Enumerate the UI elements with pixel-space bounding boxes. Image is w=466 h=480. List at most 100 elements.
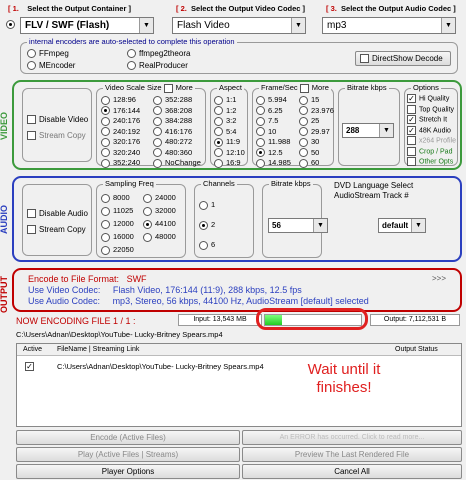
fps-option[interactable]: 60: [299, 158, 334, 169]
table-row[interactable]: ✓ C:\Users\Adnan\Desktop\YouTube- Lucky-…: [17, 360, 461, 374]
top-quality-checkbox[interactable]: Top Quality: [407, 104, 456, 116]
freq-option[interactable]: 44100: [143, 217, 176, 230]
fps-option[interactable]: 10: [256, 127, 291, 138]
video-stream-copy-checkbox[interactable]: Stream Copy: [27, 131, 86, 141]
video-bitrate-select[interactable]: 288 ▼: [342, 123, 394, 138]
scale-option[interactable]: 384:288: [153, 116, 201, 127]
scale-option[interactable]: 240:176: [101, 116, 140, 127]
scale-option[interactable]: 480:272: [153, 137, 201, 148]
aspect-option[interactable]: 12:10: [214, 148, 245, 159]
fps-option[interactable]: 12.5: [256, 148, 291, 159]
channel-option[interactable]: 2: [199, 215, 215, 235]
format-line: Encode to File Format: SWF: [28, 274, 147, 284]
freq-option[interactable]: 32000: [143, 204, 176, 217]
column-active[interactable]: Active: [23, 344, 42, 356]
other-opts-checkbox[interactable]: Other Opts: [407, 157, 456, 168]
preview-last-file-button[interactable]: Preview The Last Rendered File: [242, 447, 462, 462]
video-scale-title: Video Scale Size More: [103, 83, 195, 93]
input-size: Input: 13,543 MB: [178, 314, 262, 326]
scale-option[interactable]: 128:96: [101, 95, 140, 106]
scale-option[interactable]: 176:144: [101, 106, 140, 117]
hi-quality-checkbox[interactable]: ✓ Hi Quality: [407, 94, 456, 105]
audio-codec-line: Use Audio Codec: mp3, Stereo, 56 kbps, 4…: [28, 296, 369, 306]
disable-audio-checkbox[interactable]: Disable Audio: [27, 209, 88, 219]
column-status[interactable]: Output Status: [395, 344, 438, 356]
output-more-link[interactable]: >>>: [432, 274, 446, 283]
video-options-list: ✓ Hi Quality Top Quality ✓ Stretch It ✓ 48K…: [407, 94, 456, 168]
fps-option[interactable]: 11.988: [256, 137, 291, 148]
disable-video-checkbox[interactable]: Disable Video: [27, 115, 88, 125]
video-section-label: VIDEO: [0, 111, 9, 140]
freq-option[interactable]: 16000: [101, 230, 134, 243]
audio-bitrate-select[interactable]: 56 ▼: [268, 218, 328, 233]
output-size: Output: 7,112,531 B: [370, 314, 460, 326]
encoder-realproducer[interactable]: RealProducer: [127, 61, 188, 71]
dvd-language-title: DVD Language Select: [334, 181, 414, 190]
scale-option[interactable]: 352:240: [101, 158, 140, 169]
encoder-mencoder[interactable]: MEncoder: [27, 61, 75, 71]
freq-option[interactable]: 48000: [143, 230, 176, 243]
x264-profile-checkbox[interactable]: x264 Profile: [407, 136, 456, 147]
fps-list-2: 15 23.976 25 29.97 30 50 60: [299, 95, 334, 169]
fps-option[interactable]: 14.985: [256, 158, 291, 169]
encode-active-files-button[interactable]: Encode (Active Files): [16, 430, 240, 445]
scale-option[interactable]: 240:192: [101, 127, 140, 138]
freq-option[interactable]: 22050: [101, 243, 134, 256]
fps-option[interactable]: 25: [299, 116, 334, 127]
scale-option[interactable]: 368:208: [153, 106, 201, 117]
freq-option[interactable]: 12000: [101, 217, 134, 230]
aspect-option[interactable]: 11:9: [214, 137, 245, 148]
container-select[interactable]: FLV / SWF (Flash) ▼: [20, 17, 154, 34]
chevron-down-icon: ▼: [139, 18, 153, 33]
48k-audio-checkbox[interactable]: ✓ 48K Audio: [407, 125, 456, 137]
freq-list-2: 24000 32000 44100 48000: [143, 191, 176, 243]
aspect-option[interactable]: 1:1: [214, 95, 245, 106]
audio-codec-select[interactable]: mp3 ▼: [322, 17, 456, 34]
directshow-decode-button[interactable]: DirectShow Decode: [355, 51, 451, 66]
fps-option[interactable]: 15: [299, 95, 334, 106]
aspect-option[interactable]: 5:4: [214, 127, 245, 138]
video-disable-group: Disable Video Stream Copy: [22, 88, 92, 162]
fps-option[interactable]: 7.5: [256, 116, 291, 127]
dvd-track-select[interactable]: default ▼: [378, 218, 426, 233]
aspect-option[interactable]: 1:2: [214, 106, 245, 117]
audio-stream-copy-checkbox[interactable]: Stream Copy: [27, 225, 86, 235]
scale-option[interactable]: 416:176: [153, 127, 201, 138]
channel-option[interactable]: 1: [199, 195, 215, 215]
video-codec-select[interactable]: Flash Video ▼: [172, 17, 306, 34]
fps-option[interactable]: 50: [299, 148, 334, 159]
fps-option[interactable]: 6.25: [256, 106, 291, 117]
scale-option[interactable]: 320:240: [101, 148, 140, 159]
fps-option[interactable]: 29.97: [299, 127, 334, 138]
fps-option[interactable]: 23.976: [299, 106, 334, 117]
container-radio[interactable]: [6, 20, 18, 30]
scale-option[interactable]: NoChange: [153, 158, 201, 169]
play-active-files-button[interactable]: Play (Active Files | Streams): [16, 447, 240, 462]
fps-option[interactable]: 30: [299, 137, 334, 148]
channel-option[interactable]: 6: [199, 235, 215, 255]
error-message-button[interactable]: An ERROR has occurred. Click to read mor…: [242, 430, 462, 445]
aspect-option[interactable]: 3:2: [214, 116, 245, 127]
scale-option[interactable]: 320:176: [101, 137, 140, 148]
crop-pad-checkbox[interactable]: Crop / Pad: [407, 146, 456, 158]
column-filename[interactable]: FileName | Streaming Link: [57, 344, 139, 356]
freq-list-1: 8000 11025 12000 16000 22050: [101, 191, 134, 256]
video-scale-group: Video Scale Size More 128:96 176:144 240…: [96, 83, 206, 169]
freq-option[interactable]: 8000: [101, 191, 134, 204]
player-options-button[interactable]: Player Options: [16, 464, 240, 479]
encoder-ffmpeg[interactable]: FFmpeg: [27, 49, 69, 59]
sampling-freq-title: Sampling Freq: [103, 179, 156, 188]
fps-option[interactable]: 5.994: [256, 95, 291, 106]
aspect-option[interactable]: 16:9: [214, 158, 245, 169]
scale-option[interactable]: 480:360: [153, 148, 201, 159]
audio-section-label: AUDIO: [0, 205, 9, 234]
freq-option[interactable]: 11025: [101, 204, 134, 217]
file-table: Active FileName | Streaming Link Output …: [16, 343, 462, 427]
channels-title: Channels: [201, 179, 237, 188]
encoder-ffmpeg2theora[interactable]: ffmpeg2theora: [127, 49, 190, 59]
freq-option[interactable]: 24000: [143, 191, 176, 204]
scale-option[interactable]: 352:288: [153, 95, 201, 106]
cancel-all-button[interactable]: Cancel All: [242, 464, 462, 479]
row-active-checkbox[interactable]: ✓: [25, 362, 34, 371]
stretch-checkbox[interactable]: ✓ Stretch It: [407, 115, 456, 126]
